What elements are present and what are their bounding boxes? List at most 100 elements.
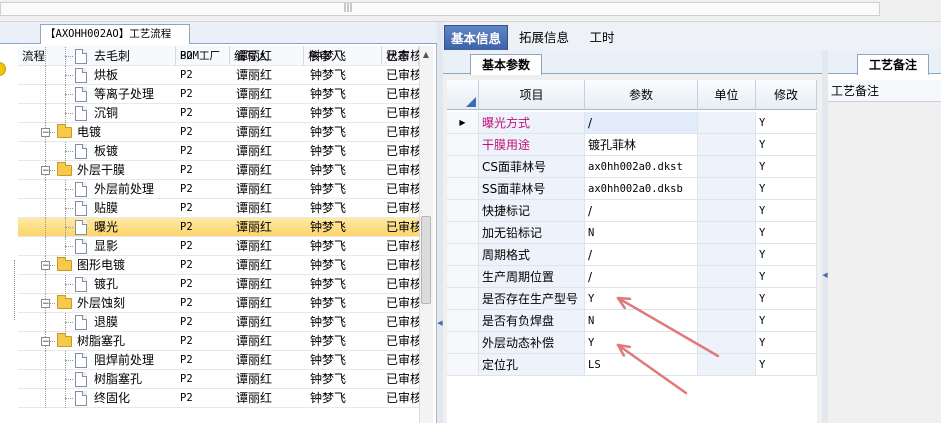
tree-scroll-thumb[interactable] (421, 216, 431, 304)
left-splitter-handle[interactable] (14, 260, 17, 320)
tree-node[interactable]: − 外层蚀刻 (18, 294, 176, 313)
row-indicator[interactable] (447, 156, 479, 178)
collapse-toggle-icon[interactable]: − (41, 128, 50, 138)
tree-row[interactable]: 阻焊前处理 P2 谭丽红 钟梦飞 已审核 (18, 351, 419, 370)
params-row[interactable]: 加无铅标记 N Y (447, 222, 817, 244)
collapse-toggle-icon[interactable]: − (41, 337, 50, 347)
tree-row[interactable]: 退膜 P2 谭丽红 钟梦飞 已审核 (18, 313, 419, 332)
tree-row[interactable]: 曝光 P2 谭丽红 钟梦飞 已审核 (18, 218, 419, 237)
modify-cell[interactable]: Y (756, 222, 817, 244)
tab-basic-info[interactable]: 基本信息 (444, 25, 508, 50)
tree-node[interactable]: 镀孔 (18, 275, 176, 294)
row-indicator[interactable] (447, 332, 479, 354)
tree-row[interactable]: − 电镀 P2 谭丽红 钟梦飞 已审核 (18, 123, 419, 142)
params-row[interactable]: 定位孔 LS Y (447, 354, 817, 376)
tree-node[interactable]: 曝光 (18, 218, 176, 237)
row-indicator[interactable] (447, 134, 479, 156)
tree-row[interactable]: 贴膜 P2 谭丽红 钟梦飞 已审核 (18, 199, 419, 218)
param-cell[interactable]: N (585, 222, 698, 244)
modify-cell[interactable]: Y (756, 112, 817, 134)
grid-header-unit[interactable]: 单位 (698, 80, 756, 110)
collapse-toggle-icon[interactable]: − (41, 299, 50, 309)
tree-row[interactable]: − 图形电镀 P2 谭丽红 钟梦飞 已审核 (18, 256, 419, 275)
tab-process-notes[interactable]: 工艺备注 (857, 54, 929, 75)
tree-node[interactable]: 终固化 (18, 389, 176, 408)
tree-node[interactable]: 烘板 (18, 66, 176, 85)
collapse-arrow-icon[interactable]: ◀ (437, 318, 443, 328)
params-row[interactable]: 外层动态补偿 Y Y (447, 332, 817, 354)
tree-row[interactable]: 去毛刺 P2 谭丽红 钟梦飞 已审核 (18, 47, 419, 66)
process-notes-body[interactable] (828, 102, 941, 423)
tree-node[interactable]: 树脂塞孔 (18, 370, 176, 389)
param-cell[interactable]: ax0hh002a0.dksb (585, 178, 698, 200)
tree-node[interactable]: − 外层干膜 (18, 161, 176, 180)
row-indicator[interactable] (447, 310, 479, 332)
params-row[interactable]: 是否有负焊盘 N Y (447, 310, 817, 332)
tree-node[interactable]: 退膜 (18, 313, 176, 332)
horizontal-scrollbar[interactable] (0, 2, 880, 16)
param-cell[interactable]: Y (585, 288, 698, 310)
tree-node[interactable]: 等离子处理 (18, 85, 176, 104)
current-row-indicator-icon[interactable]: ▶ (447, 112, 479, 134)
tree-node[interactable]: 显影 (18, 237, 176, 256)
tab-work-hours[interactable]: 工时 (580, 25, 624, 50)
tree-node[interactable]: 外层前处理 (18, 180, 176, 199)
tree-node[interactable]: 去毛刺 (18, 47, 176, 66)
param-cell[interactable]: Y (585, 332, 698, 354)
params-row[interactable]: 快捷标记 / Y (447, 200, 817, 222)
param-cell[interactable]: / (585, 244, 698, 266)
middle-splitter[interactable] (437, 22, 443, 423)
tree-node[interactable]: 板镀 (18, 142, 176, 161)
grid-header-item[interactable]: 项目 (479, 80, 585, 110)
tree-row[interactable]: 外层前处理 P2 谭丽红 钟梦飞 已审核 (18, 180, 419, 199)
params-row[interactable]: 干膜用途 镀孔菲林 Y (447, 134, 817, 156)
unit-cell[interactable] (698, 310, 756, 332)
unit-cell[interactable] (698, 112, 756, 134)
grid-header-modify[interactable]: 修改 (756, 80, 817, 110)
modify-cell[interactable]: Y (756, 200, 817, 222)
params-row[interactable]: 生产周期位置 / Y (447, 266, 817, 288)
unit-cell[interactable] (698, 244, 756, 266)
unit-cell[interactable] (698, 266, 756, 288)
unit-cell[interactable] (698, 178, 756, 200)
row-indicator[interactable] (447, 178, 479, 200)
tree-row[interactable]: 显影 P2 谭丽红 钟梦飞 已审核 (18, 237, 419, 256)
param-cell[interactable]: / (585, 200, 698, 222)
unit-cell[interactable] (698, 200, 756, 222)
tree-row[interactable]: 树脂塞孔 P2 谭丽红 钟梦飞 已审核 (18, 370, 419, 389)
modify-cell[interactable]: Y (756, 354, 817, 376)
params-row[interactable]: SS面菲林号 ax0hh002a0.dksb Y (447, 178, 817, 200)
scroll-up-icon[interactable]: ▲ (421, 50, 431, 60)
params-row[interactable]: CS面菲林号 ax0hh002a0.dkst Y (447, 156, 817, 178)
tab-process-flow[interactable]: 【AXOHH002AO】工艺流程 (40, 24, 190, 44)
scroll-grip-icon[interactable]: ||| (343, 4, 353, 13)
tree-row[interactable]: 板镀 P2 谭丽红 钟梦飞 已审核 (18, 142, 419, 161)
params-row[interactable]: ▶ 曝光方式 / Y (447, 112, 817, 134)
row-indicator[interactable] (447, 266, 479, 288)
param-cell[interactable]: N (585, 310, 698, 332)
modify-cell[interactable]: Y (756, 332, 817, 354)
tree-node[interactable]: − 图形电镀 (18, 256, 176, 275)
unit-cell[interactable] (698, 222, 756, 244)
row-indicator[interactable] (447, 200, 479, 222)
unit-cell[interactable] (698, 332, 756, 354)
tree-node[interactable]: − 树脂塞孔 (18, 332, 176, 351)
param-cell[interactable]: ax0hh002a0.dkst (585, 156, 698, 178)
tree-row[interactable]: 镀孔 P2 谭丽红 钟梦飞 已审核 (18, 275, 419, 294)
modify-cell[interactable]: Y (756, 178, 817, 200)
modify-cell[interactable]: Y (756, 156, 817, 178)
tree-node[interactable]: 沉铜 (18, 104, 176, 123)
row-indicator[interactable] (447, 288, 479, 310)
tree-row[interactable]: − 树脂塞孔 P2 谭丽红 钟梦飞 已审核 (18, 332, 419, 351)
unit-cell[interactable] (698, 156, 756, 178)
tab-extended-info[interactable]: 拓展信息 (512, 25, 576, 50)
tree-node[interactable]: 阻焊前处理 (18, 351, 176, 370)
param-cell[interactable]: LS (585, 354, 698, 376)
modify-cell[interactable]: Y (756, 134, 817, 156)
tab-basic-params[interactable]: 基本参数 (470, 54, 542, 75)
tree-row[interactable]: 等离子处理 P2 谭丽红 钟梦飞 已审核 (18, 85, 419, 104)
grid-header-param[interactable]: 参数 (585, 80, 698, 110)
collapse-toggle-icon[interactable]: − (41, 261, 50, 271)
param-cell[interactable]: / (585, 112, 698, 134)
unit-cell[interactable] (698, 354, 756, 376)
